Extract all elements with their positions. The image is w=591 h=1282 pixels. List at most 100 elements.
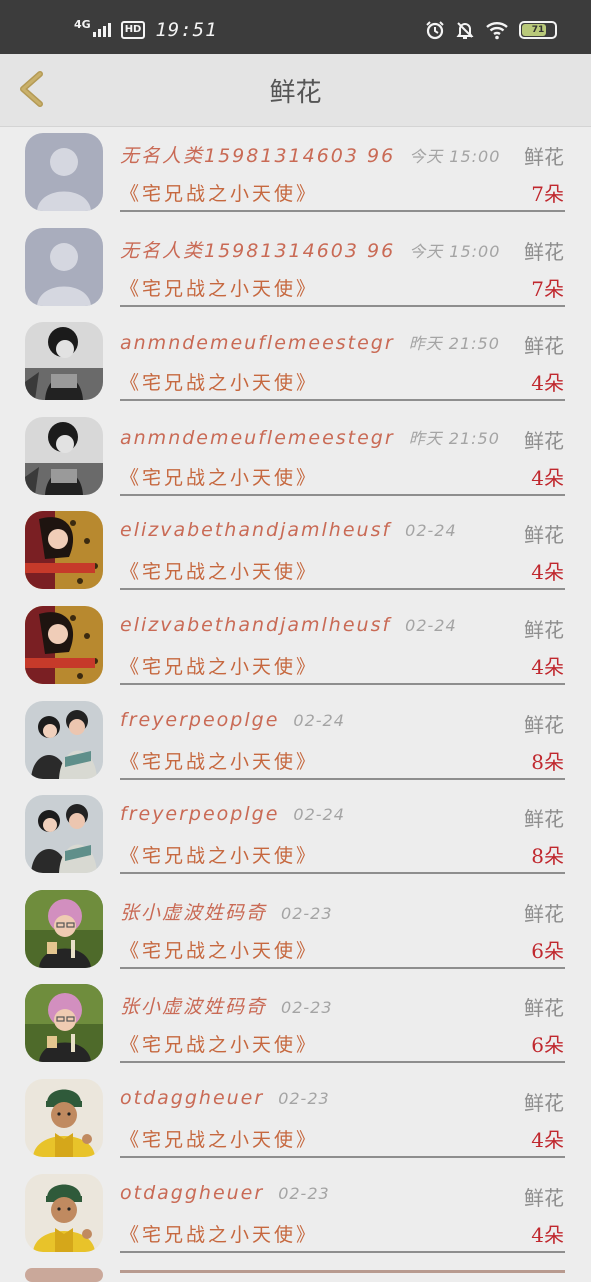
list-item[interactable]: anmndemeuflemeestegr 昨天 21:50 鲜花 《宅兄战之小天使》 4… bbox=[0, 316, 591, 411]
list-item[interactable]: otdaggheuer 02-23 鲜花 《宅兄战之小天使》 4朵 bbox=[0, 1073, 591, 1168]
avatar[interactable] bbox=[25, 227, 103, 306]
flower-count: 7朵 bbox=[531, 182, 564, 206]
sender-name: elizvabethandjamlheusf 02-24 bbox=[120, 519, 457, 541]
timestamp: 昨天 21:50 bbox=[408, 334, 500, 354]
gift-type: 鲜花 bbox=[524, 334, 564, 359]
sender-name-text: anmndemeuflemeestegr bbox=[120, 332, 395, 355]
avatar[interactable] bbox=[25, 511, 103, 590]
book-title: 《宅兄战之小天使》 bbox=[120, 372, 319, 395]
book-title: 《宅兄战之小天使》 bbox=[120, 1223, 319, 1246]
timestamp: 02-23 bbox=[278, 1183, 330, 1203]
timestamp: 昨天 21:50 bbox=[408, 428, 500, 448]
list-item[interactable]: 张小虚波姓码奇 02-23 鲜花 《宅兄战之小天使》 6朵 bbox=[0, 978, 591, 1073]
sender-name-text: elizvabethandjamlheusf bbox=[120, 613, 392, 636]
sender-name: 无名人类15981314603 96 今天 15:00 bbox=[120, 141, 500, 168]
mute-bell-icon bbox=[456, 22, 474, 39]
divider bbox=[120, 777, 565, 780]
wifi-icon bbox=[486, 22, 508, 40]
list-item[interactable]: 无名人类15981314603 96 今天 15:00 鲜花 《宅兄战之小天使》 7朵 bbox=[0, 222, 591, 317]
timestamp: 02-24 bbox=[293, 710, 345, 730]
flower-count: 4朵 bbox=[531, 465, 564, 490]
gift-type: 鲜花 bbox=[524, 807, 564, 832]
alarm-icon bbox=[426, 21, 444, 40]
avatar[interactable] bbox=[25, 889, 103, 968]
avatar[interactable] bbox=[25, 700, 103, 779]
gift-type: 鲜花 bbox=[524, 145, 564, 169]
sender-name-text: freyerpeoplge bbox=[120, 803, 280, 826]
page-title: 鲜花 bbox=[269, 78, 322, 108]
status-time: 19:51 bbox=[155, 19, 218, 41]
sender-name: anmndemeuflemeestegr 昨天 21:50 bbox=[120, 425, 500, 449]
sender-name-text: 张小虚波姓码奇 bbox=[120, 996, 268, 1019]
avatar[interactable] bbox=[25, 416, 103, 495]
list-item[interactable]: 无名人类15981314603 96 今天 15:00 鲜花 《宅兄战之小天使》 7朵 bbox=[0, 127, 591, 222]
avatar[interactable] bbox=[25, 984, 103, 1063]
sender-name-text: anmndemeuflemeestegr bbox=[120, 426, 395, 449]
book-title: 《宅兄战之小天使》 bbox=[120, 655, 319, 678]
list-item[interactable]: freyerpeoplge 02-24 鲜花《宅兄战之小天使》 8朵 bbox=[0, 789, 591, 884]
app-header: 鲜花 bbox=[0, 54, 591, 127]
avatar[interactable] bbox=[25, 322, 103, 401]
sender-name-text: elizvabethandjamlheusf bbox=[120, 519, 392, 542]
sender-name: otdaggheuer 02-23 bbox=[120, 1182, 330, 1204]
list-item[interactable]: 张小虚波姓码奇 02-23 鲜花 《宅兄战之小天使》 6朵 bbox=[0, 884, 591, 979]
gift-type: 鲜花 bbox=[524, 428, 564, 453]
sender-name-text: 无名人类15981314603 96 bbox=[120, 239, 396, 262]
timestamp: 今天 15:00 bbox=[409, 241, 501, 261]
sender-name: anmndemeuflemeestegr 昨天 21:50 bbox=[120, 330, 500, 354]
timestamp: 02-24 bbox=[405, 615, 457, 635]
book-title: 《宅兄战之小天使》 bbox=[120, 845, 319, 868]
avatar[interactable] bbox=[25, 1173, 103, 1252]
timestamp: 今天 15:00 bbox=[409, 147, 501, 166]
flower-count: 4朵 bbox=[531, 1127, 564, 1152]
sender-name: 无名人类15981314603 96 今天 15:00 bbox=[120, 236, 500, 263]
divider bbox=[120, 1270, 565, 1274]
timestamp: 02-23 bbox=[281, 903, 333, 923]
gift-type: 鲜花 bbox=[524, 996, 564, 1021]
network-type: 4G bbox=[74, 17, 91, 31]
gift-type: 鲜花 bbox=[524, 901, 564, 926]
divider bbox=[120, 682, 565, 685]
book-title: 《宅兄战之小天使》 bbox=[120, 561, 319, 584]
divider bbox=[120, 1250, 565, 1253]
avatar[interactable] bbox=[25, 605, 103, 684]
flower-record-list[interactable]: 无名人类15981314603 96 今天 15:00 鲜花 《宅兄战之小天使》 7朵无… bbox=[0, 127, 591, 1282]
book-title: 《宅兄战之小天使》 bbox=[120, 1034, 319, 1057]
flower-count: 8朵 bbox=[531, 844, 564, 869]
list-item[interactable]: anmndemeuflemeestegr 昨天 21:50 鲜花《宅兄战之小天使》 4… bbox=[0, 411, 591, 506]
gift-type: 鲜花 bbox=[524, 1090, 564, 1115]
sender-name: 张小虚波姓码奇 02-23 bbox=[120, 992, 333, 1019]
list-item[interactable]: otdaggheuer 02-23 鲜花 《宅兄战之小天使》 4朵 bbox=[0, 1168, 591, 1263]
avatar[interactable] bbox=[25, 133, 103, 211]
divider bbox=[120, 304, 565, 307]
sender-name: freyerpeoplge 02-24 bbox=[120, 803, 345, 825]
book-title: 《宅兄战之小天使》 bbox=[120, 939, 319, 962]
list-item-partial[interactable] bbox=[0, 1262, 591, 1282]
flower-count: 4朵 bbox=[531, 654, 564, 679]
avatar[interactable] bbox=[25, 1078, 103, 1157]
divider bbox=[120, 872, 565, 875]
list-item[interactable]: freyerpeoplge 02-24 鲜花 《宅兄战之小天使》 8朵 bbox=[0, 695, 591, 790]
flower-count: 7朵 bbox=[531, 276, 564, 301]
book-title: 《宅兄战之小天使》 bbox=[120, 1128, 319, 1151]
book-title: 《宅兄战之小天使》 bbox=[120, 277, 319, 300]
list-item[interactable]: elizvabethandjamlheusf 02-24 鲜花《宅兄战之小天使》 4朵 bbox=[0, 600, 591, 695]
book-title: 《宅兄战之小天使》 bbox=[120, 466, 319, 489]
flower-count: 4朵 bbox=[531, 1222, 564, 1247]
gift-type: 鲜花 bbox=[524, 617, 564, 642]
timestamp: 02-24 bbox=[405, 521, 457, 541]
divider bbox=[120, 588, 565, 591]
divider bbox=[120, 210, 565, 212]
avatar[interactable] bbox=[25, 795, 103, 874]
timestamp: 02-24 bbox=[293, 805, 345, 825]
timestamp: 02-23 bbox=[281, 998, 333, 1018]
list-item[interactable]: elizvabethandjamlheusf 02-24 鲜花 《宅兄战之小天使》 4朵 bbox=[0, 505, 591, 600]
status-left: 4G HD 19:51 bbox=[74, 18, 218, 42]
hd-badge: HD bbox=[120, 21, 146, 39]
sender-name: freyerpeoplge 02-24 bbox=[120, 709, 345, 731]
sender-name: elizvabethandjamlheusf 02-24 bbox=[120, 614, 457, 636]
flower-count: 4朵 bbox=[531, 560, 564, 585]
divider bbox=[120, 493, 565, 496]
signal-icon bbox=[92, 23, 111, 37]
sender-name-text: 无名人类15981314603 96 bbox=[120, 145, 396, 167]
